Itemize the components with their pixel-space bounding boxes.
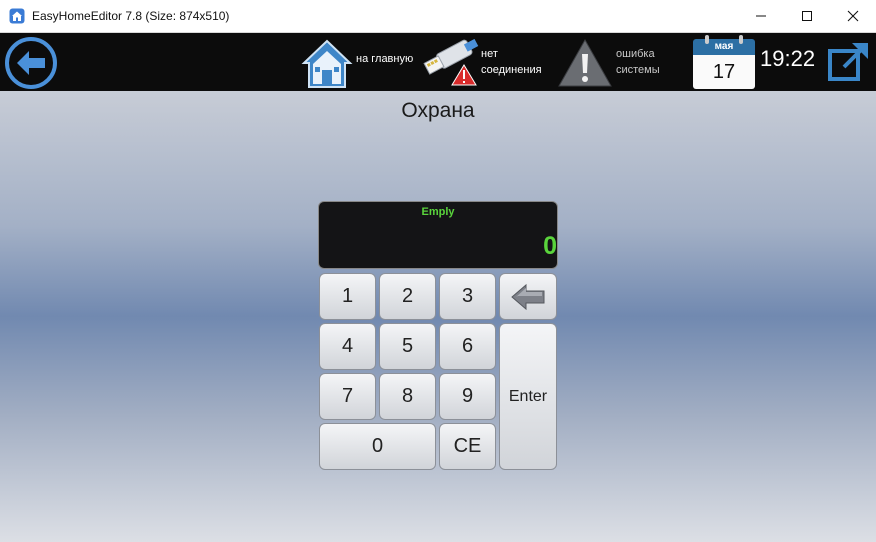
key-7[interactable]: 7 (319, 373, 376, 420)
clear-entry-button[interactable]: CE (439, 423, 496, 470)
clock: 19:22 (760, 46, 816, 71)
key-6[interactable]: 6 (439, 323, 496, 370)
home-label: на главную (356, 53, 414, 65)
display-value: 0 (543, 232, 557, 260)
key-1[interactable]: 1 (319, 273, 376, 320)
app-toolbar: на главную нет соединения ошибка системы… (0, 33, 876, 91)
minimize-icon (756, 15, 766, 17)
warning-icon (558, 38, 612, 87)
key-3[interactable]: 3 (439, 273, 496, 320)
keypad-display: Emply 0 (318, 201, 558, 269)
maximize-button[interactable] (784, 0, 830, 32)
calendar-day: 17 (693, 55, 755, 89)
security-screen: Охрана Emply 0 1 2 3 4 5 6 Enter 7 8 9 0… (0, 91, 876, 542)
fullscreen-button[interactable] (826, 39, 872, 85)
minimize-button[interactable] (738, 0, 784, 32)
key-4[interactable]: 4 (319, 323, 376, 370)
backspace-button[interactable] (499, 273, 557, 320)
expand-window-icon (828, 43, 868, 81)
network-disconnected-icon (423, 39, 479, 86)
network-status-label: нет соединения (481, 48, 542, 76)
key-8[interactable]: 8 (379, 373, 436, 420)
key-5[interactable]: 5 (379, 323, 436, 370)
key-0[interactable]: 0 (319, 423, 436, 470)
maximize-icon (802, 11, 812, 21)
calendar-month: мая (693, 39, 755, 55)
key-9[interactable]: 9 (439, 373, 496, 420)
backspace-arrow-icon (511, 283, 545, 310)
key-2[interactable]: 2 (379, 273, 436, 320)
calendar-ring (739, 35, 743, 44)
calendar-widget[interactable]: мая 17 (693, 35, 755, 89)
app-icon (9, 8, 25, 24)
calendar-ring (705, 35, 709, 44)
close-button[interactable] (830, 0, 876, 32)
window-title: EasyHomeEditor 7.8 (Size: 874x510) (32, 9, 230, 23)
display-status-text: Emply (421, 206, 455, 218)
window-titlebar: EasyHomeEditor 7.8 (Size: 874x510) (0, 0, 876, 33)
home-icon[interactable] (300, 37, 354, 89)
back-button[interactable] (4, 36, 58, 90)
enter-button[interactable]: Enter (499, 323, 557, 470)
page-title: Охрана (401, 99, 475, 122)
system-error-label: ошибка системы (616, 48, 660, 76)
arrow-left-icon (5, 37, 57, 89)
close-icon (847, 10, 859, 22)
